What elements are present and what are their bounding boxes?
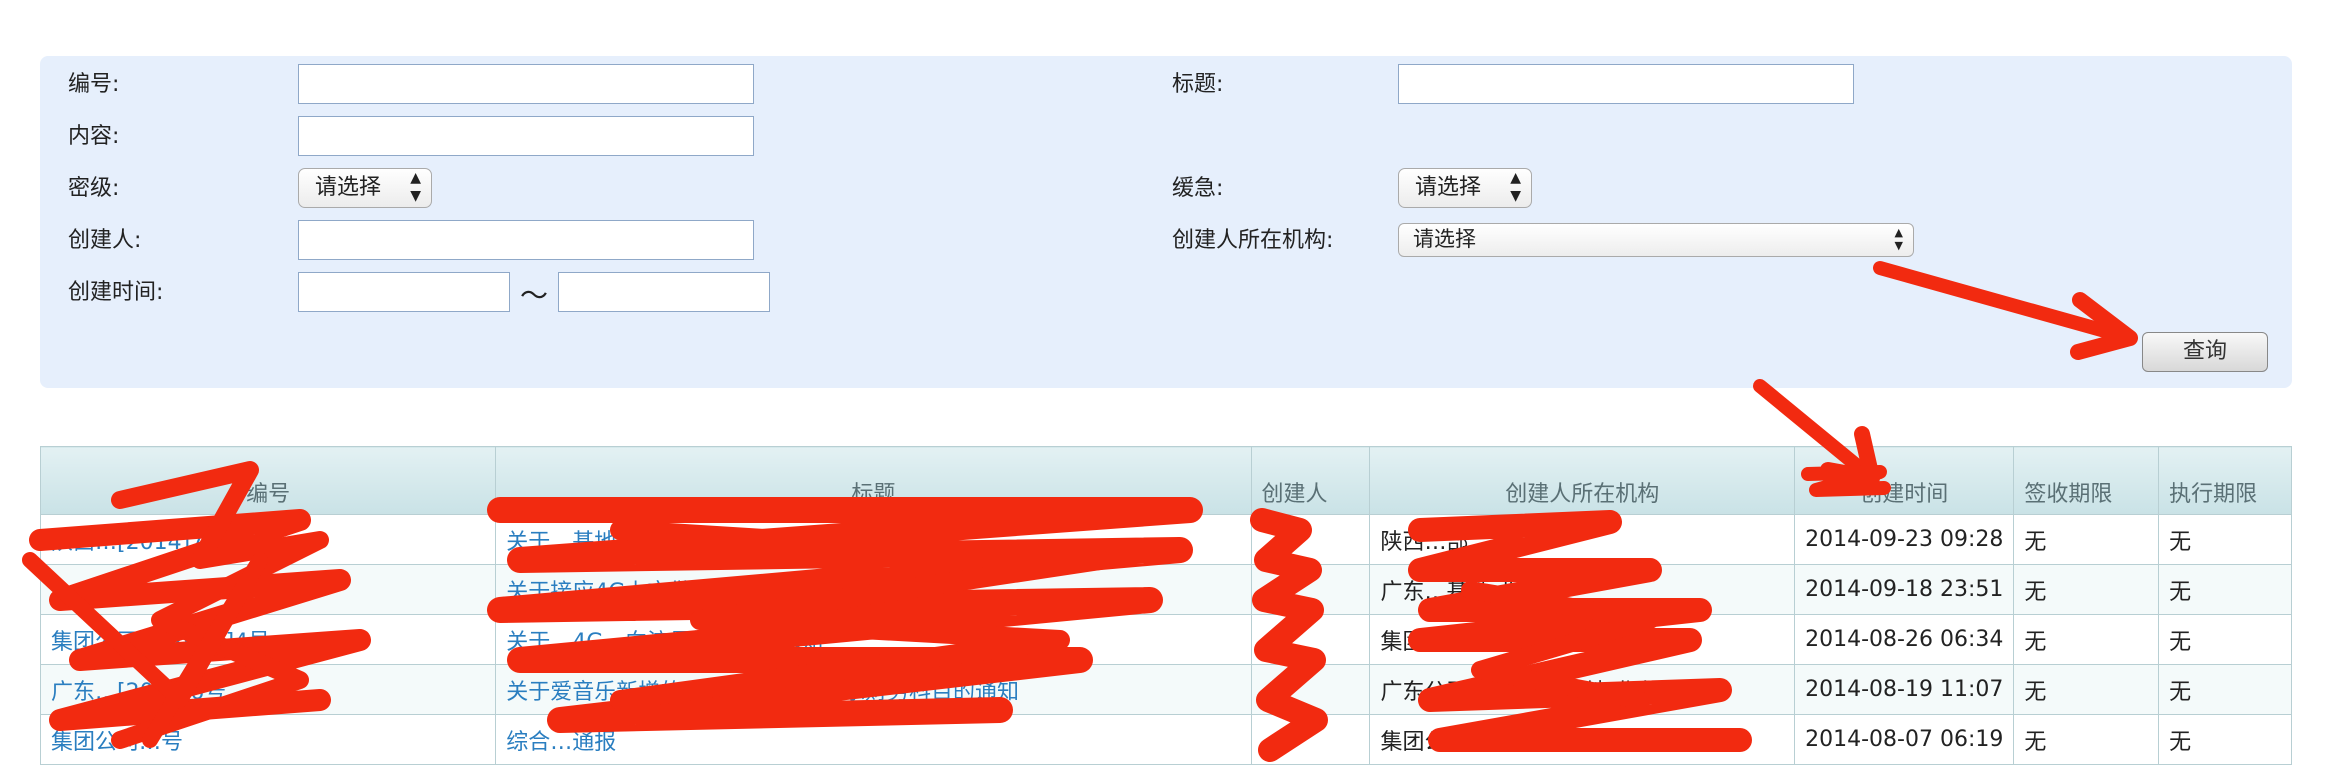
header-exec-deadline[interactable]: 执行期限 [2158,446,2292,515]
row-creator [1250,564,1371,615]
row-sign-deadline: 无 [2013,564,2160,615]
row-org: 集团公司…运营中心 [1369,614,1796,665]
title-label: 标题: [1172,72,1224,97]
select-arrows-icon: ▲ ▼ [1510,170,1521,204]
header-creator[interactable]: 创建人 [1250,446,1371,515]
created-time-label: 创建时间: [68,280,164,305]
row-org: 广东公司 音乐产品基地 业务部 [1369,664,1796,715]
range-separator: ～ [520,279,549,312]
secret-level-label: 密级: [68,176,120,201]
table-row: 陕西…[2014]7号 关于…基地业务理赔账号无法正常使用的… 陕西…部 201… [39,514,2292,565]
secret-level-value: 请选择 [315,175,382,200]
org-select[interactable]: 请选择 ▲ ▼ [1398,223,1914,257]
header-title[interactable]: 标题 [495,446,1252,515]
row-creator [1250,514,1371,565]
table-row: 集团公司…号 综合…通报 集团公司…运营中心 2014-08-07 06:19 … [39,714,2292,765]
number-input[interactable] [298,64,754,104]
creator-input[interactable] [298,220,754,260]
number-label: 编号: [68,72,120,97]
row-sign-deadline: 无 [2013,514,2160,565]
row-creator [1250,714,1371,765]
row-title-link[interactable]: 关于…4G…向流量销售…的通知 [495,614,1252,665]
urgency-select[interactable]: 请选择 ▲ ▼ [1398,168,1532,208]
row-created-time: 2014-09-18 23:51 [1794,564,2015,615]
org-label: 创建人所在机构: [1172,228,1334,253]
row-exec-deadline: 无 [2158,564,2292,615]
row-created-time: 2014-08-07 06:19 [1794,714,2015,765]
header-number[interactable]: 编号 [39,446,497,515]
end-date-input[interactable] [558,272,770,312]
secret-level-select[interactable]: 请选择 ▲ ▼ [298,168,432,208]
org-value: 请选择 [1413,227,1476,251]
row-number-link[interactable]: 广东…[2014]6号 [39,664,497,715]
row-title-link[interactable]: 综合…通报 [495,714,1252,765]
header-org[interactable]: 创建人所在机构 [1369,446,1796,515]
urgency-value: 请选择 [1415,175,1482,200]
header-sign-deadline[interactable]: 签收期限 [2013,446,2160,515]
row-created-time: 2014-08-19 11:07 [1794,664,2015,715]
row-created-time: 2014-08-26 06:34 [1794,614,2015,665]
row-title-link[interactable]: 关于接应4G上市做好爱音乐…的通知 [495,564,1252,615]
row-org: 集团公司…运营中心 [1369,714,1796,765]
row-title-link[interactable]: 关于…基地业务理赔账号无法正常使用的… [495,514,1252,565]
table-row: 广东…[2014]6号 关于爱音乐新增的SPID配置进爱音乐财务科目的通知 广东… [39,664,2292,715]
row-title-link[interactable]: 关于爱音乐新增的SPID配置进爱音乐财务科目的通知 [495,664,1252,715]
row-org: 广东…基地 业务部 [1369,564,1796,615]
row-sign-deadline: 无 [2013,614,2160,665]
header-created-time[interactable]: 创建时间 [1794,446,2015,515]
row-exec-deadline: 无 [2158,514,2292,565]
row-sign-deadline: 无 [2013,714,2160,765]
row-creator [1250,664,1371,715]
creator-label: 创建人: [68,228,142,253]
row-exec-deadline: 无 [2158,664,2292,715]
select-arrows-icon: ▲ ▼ [1894,226,1903,252]
select-arrows-icon: ▲ ▼ [410,170,421,204]
row-number-link[interactable] [39,564,497,615]
row-exec-deadline: 无 [2158,614,2292,665]
start-date-input[interactable] [298,272,510,312]
content-input[interactable] [298,116,754,156]
row-sign-deadline: 无 [2013,664,2160,715]
query-button[interactable]: 查询 [2142,332,2268,372]
urgency-label: 缓急: [1172,176,1224,201]
title-input[interactable] [1398,64,1854,104]
row-created-time: 2014-09-23 09:28 [1794,514,2015,565]
table-row: 关于接应4G上市做好爱音乐…的通知 广东…基地 业务部 2014-09-18 2… [39,564,2292,615]
row-creator [1250,614,1371,665]
row-org: 陕西…部 [1369,514,1796,565]
results-table: 编号 标题 创建人 创建人所在机构 创建时间 签收期限 执行期限 陕西…[201… [39,446,2292,765]
row-exec-deadline: 无 [2158,714,2292,765]
row-number-link[interactable]: 集团公司…号 [39,714,497,765]
row-number-link[interactable]: 陕西…[2014]7号 [39,514,497,565]
table-header-row: 编号 标题 创建人 创建人所在机构 创建时间 签收期限 执行期限 [39,446,2292,515]
row-number-link[interactable]: 集团公司…[2014]4号 [39,614,497,665]
content-label: 内容: [68,124,120,149]
table-row: 集团公司…[2014]4号 关于…4G…向流量销售…的通知 集团公司…运营中心 … [39,614,2292,665]
